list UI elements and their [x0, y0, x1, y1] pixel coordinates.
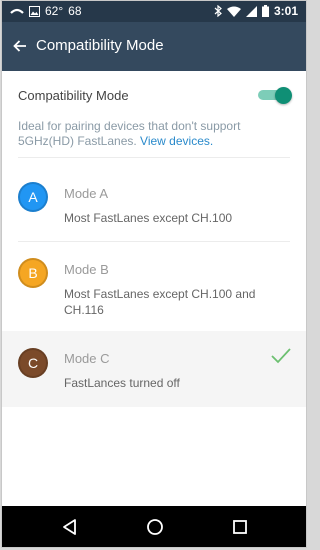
temperature-text: 62° — [45, 4, 64, 18]
check-icon — [271, 348, 291, 364]
home-circle-icon[interactable] — [145, 517, 165, 537]
view-devices-link[interactable]: View devices. — [140, 134, 213, 148]
mode-b-badge: B — [18, 258, 48, 288]
status-bar: 62° 68 3:01 — [2, 1, 306, 22]
mode-c-badge: C — [18, 348, 48, 378]
status-right: 3:01 — [214, 4, 298, 18]
mode-a-badge: A — [18, 182, 48, 212]
app-bar: Compatibility Mode — [2, 22, 306, 71]
mode-b-title: Mode B — [64, 262, 109, 277]
back-triangle-icon[interactable] — [60, 517, 80, 537]
arrow-left-icon[interactable] — [12, 38, 28, 54]
mode-c-title: Mode C — [64, 351, 110, 366]
mode-a-item[interactable]: A Mode A Most FastLanes except CH.100 — [2, 158, 306, 241]
status-extra-text: 68 — [68, 4, 82, 18]
signal-icon — [245, 5, 257, 17]
mode-a-description: Most FastLanes except CH.100 — [64, 211, 233, 225]
phone-screen: 62° 68 3:01 Compatibility Mode Compatibi… — [1, 0, 307, 548]
toggle-thumb — [275, 87, 292, 104]
compatibility-description: Ideal for pairing devices that don't sup… — [18, 119, 290, 149]
status-left: 62° 68 — [10, 4, 82, 18]
mode-b-item[interactable]: B Mode B Most FastLanes except CH.100 an… — [2, 242, 306, 330]
voicemail-icon — [10, 8, 24, 14]
battery-icon — [261, 5, 269, 17]
compatibility-mode-label: Compatibility Mode — [18, 88, 129, 103]
mode-c-item[interactable]: C Mode C FastLances turned off — [2, 331, 306, 407]
wifi-icon — [226, 6, 241, 17]
mode-a-title: Mode A — [64, 186, 109, 201]
mode-c-description: FastLances turned off — [64, 376, 180, 390]
recents-square-icon[interactable] — [230, 517, 250, 537]
clock-text: 3:01 — [273, 4, 298, 18]
bluetooth-icon — [214, 5, 222, 17]
page-title: Compatibility Mode — [36, 37, 164, 54]
mode-b-description: Most FastLanes except CH.100 and CH.116 — [64, 287, 256, 317]
compatibility-mode-toggle[interactable] — [258, 87, 292, 104]
navigation-bar — [2, 506, 306, 547]
image-icon — [29, 5, 40, 17]
compatibility-mode-row[interactable]: Compatibility Mode — [18, 71, 292, 119]
